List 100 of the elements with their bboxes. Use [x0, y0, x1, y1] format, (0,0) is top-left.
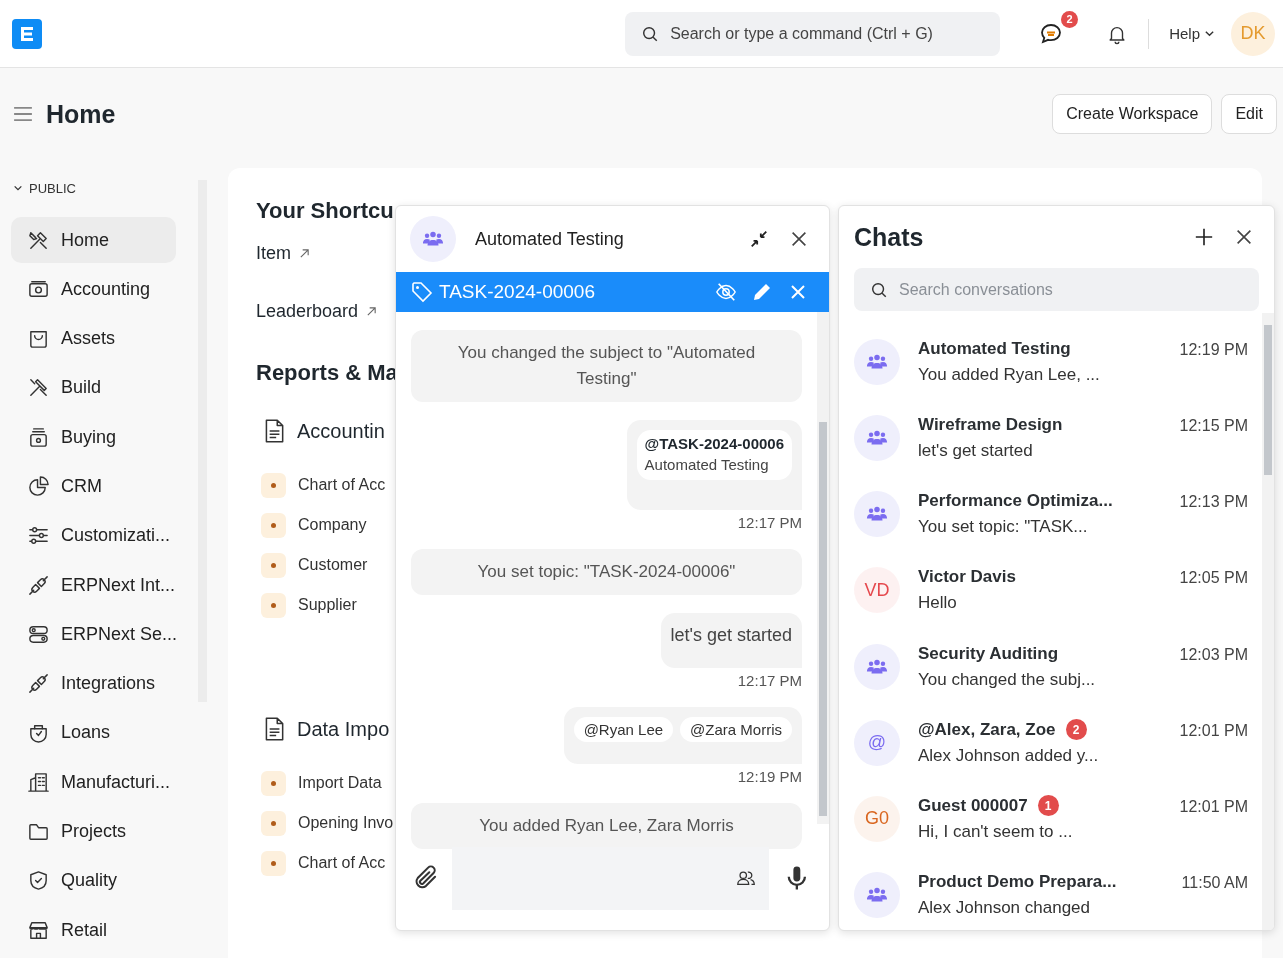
- message-preview: You changed the subj...: [918, 669, 1097, 690]
- section-title: Your Shortcu: [256, 198, 395, 224]
- conversation-item[interactable]: @ @Alex, Zara, Zoe 2 Alex Johnson added y... 12:01 PM: [854, 707, 1248, 778]
- card-title: Data Impo: [297, 717, 390, 741]
- message-preview: Hello: [918, 593, 958, 614]
- group-avatar: [854, 643, 900, 690]
- search-icon: [641, 24, 660, 43]
- report-link[interactable]: Customer: [298, 556, 368, 574]
- bullet-icon: [261, 472, 286, 498]
- card-title: Accountin: [297, 419, 385, 443]
- unread-badge: 1: [1037, 795, 1059, 817]
- message-time: 12:01 PM: [1179, 797, 1248, 816]
- bullet-icon: [261, 592, 286, 618]
- scrollbar[interactable]: [817, 312, 829, 824]
- conversation-item[interactable]: G0 Guest 000007 1 Hi, I can't seem to ... 12:01 PM: [854, 783, 1248, 854]
- sidebar-item[interactable]: Integrations: [11, 660, 176, 707]
- minimize-icon[interactable]: [749, 229, 769, 249]
- sidebar-item[interactable]: Build: [11, 364, 176, 411]
- help-menu[interactable]: Help: [1167, 21, 1217, 46]
- logo-icon[interactable]: [12, 18, 42, 49]
- panel-title: Chats: [854, 222, 924, 252]
- group-avatar: [854, 415, 900, 462]
- bullet-icon: [261, 850, 286, 876]
- page-button[interactable]: Edit: [1221, 94, 1277, 134]
- message-time: 12:19 PM: [1179, 341, 1248, 359]
- bullet-icon: [261, 770, 286, 796]
- sidebar-item[interactable]: Accounting: [11, 266, 176, 313]
- sidebar-item[interactable]: ERPNext Int...: [11, 562, 176, 609]
- mention-subtitle: Automated Testing: [644, 455, 770, 475]
- sidebar-item[interactable]: Retail: [11, 907, 176, 954]
- mention-chip[interactable]: @Zara Morris: [680, 717, 792, 742]
- conversation-name: Performance Optimiza...: [918, 491, 1113, 512]
- sidebar-item[interactable]: CRM: [11, 463, 176, 510]
- search-field[interactable]: Search conversations: [854, 268, 1259, 311]
- page-button[interactable]: Create Workspace: [1052, 94, 1213, 134]
- sidebar-item[interactable]: Loans: [11, 709, 176, 756]
- report-link[interactable]: Company: [298, 516, 367, 534]
- topic-text: TASK-2024-00006: [439, 281, 595, 303]
- report-link[interactable]: Chart of Acc: [298, 854, 386, 872]
- mention-card[interactable]: @TASK-2024-00006 Automated Testing: [636, 430, 792, 480]
- conversation-name: Product Demo Prepara...: [918, 871, 1117, 892]
- sidebar-item[interactable]: Projects: [11, 808, 176, 855]
- report-link[interactable]: Opening Invo: [298, 814, 394, 832]
- shortcut-link[interactable]: Leaderboard: [256, 296, 378, 326]
- sidebar-item[interactable]: Manufacturi...: [11, 759, 176, 806]
- caret-icon[interactable]: [13, 183, 23, 193]
- group-avatar: [854, 491, 900, 538]
- eye-slash-icon[interactable]: [715, 281, 737, 303]
- caret-icon: [1204, 28, 1215, 39]
- shortcut-link[interactable]: Item: [256, 238, 310, 268]
- conversation-item[interactable]: Product Demo Prepara... Alex Johnson changed 11:50 AM: [854, 859, 1248, 930]
- sidebar-item[interactable]: Customizati...: [11, 512, 176, 559]
- close-icon[interactable]: [789, 229, 809, 249]
- plug-icon: [27, 573, 50, 597]
- message-time: 12:17 PM: [737, 514, 802, 531]
- scrollbar[interactable]: [1262, 313, 1274, 930]
- conversation-name: @Alex, Zara, Zoe: [918, 719, 1056, 740]
- section-header[interactable]: PUBLIC: [11, 180, 176, 196]
- conversation-item[interactable]: Performance Optimiza... You set topic: "TASK... 12:13 PM: [854, 479, 1248, 550]
- bullet-icon: [261, 512, 286, 538]
- conversation-item[interactable]: VD Victor Davis Hello 12:05 PM: [854, 555, 1248, 626]
- pencil-icon[interactable]: [751, 281, 773, 303]
- search-icon: [870, 280, 888, 299]
- avatar: @: [854, 719, 900, 766]
- close-icon[interactable]: [1234, 227, 1254, 247]
- message-preview: Alex Johnson changed: [918, 897, 1092, 918]
- message-bubble: let's get started: [660, 613, 802, 668]
- conversation-item[interactable]: Automated Testing You added Ryan Lee, ... 12:19 PM: [854, 327, 1248, 398]
- message-preview: You added Ryan Lee, ...: [918, 365, 1101, 386]
- report-link[interactable]: Supplier: [298, 596, 357, 614]
- avatar: G0: [854, 795, 900, 842]
- sidebar-item[interactable]: Home: [11, 217, 176, 263]
- report-link[interactable]: Chart of Acc: [298, 476, 386, 494]
- conversation-name: Automated Testing: [918, 339, 1071, 360]
- sidebar-item[interactable]: Buying: [11, 414, 176, 461]
- plus-icon[interactable]: [1194, 227, 1214, 247]
- arrow-icon: [299, 247, 310, 259]
- tag-icon: [411, 281, 433, 303]
- message-time: 11:50 AM: [1181, 873, 1248, 892]
- mention-text: @TASK-2024-00006: [644, 434, 784, 454]
- menu-icon[interactable]: [13, 106, 33, 122]
- conversation-name: Wireframe Design: [918, 415, 1063, 436]
- basket-icon: [27, 425, 50, 449]
- conversation-item[interactable]: Security Auditing You changed the subj... 12:03 PM: [854, 631, 1248, 702]
- message-time: 12:17 PM: [737, 672, 802, 689]
- pie-chart-icon: [27, 475, 50, 498]
- report-link[interactable]: Import Data: [298, 774, 382, 792]
- sidebar-item[interactable]: Assets: [11, 315, 176, 362]
- sidebar-item[interactable]: Quality: [11, 857, 176, 904]
- bullet-icon: [261, 810, 286, 836]
- conversation-name: Guest 000007: [918, 795, 1028, 816]
- conversation-item[interactable]: Wireframe Design let's get started 12:15 PM: [854, 403, 1248, 474]
- message-preview: Alex Johnson added y...: [918, 746, 1100, 767]
- group-avatar: [854, 871, 900, 918]
- group-avatar: [854, 339, 900, 386]
- mention-chip[interactable]: @Ryan Lee: [573, 717, 674, 742]
- sidebar-item[interactable]: ERPNext Se...: [11, 611, 176, 658]
- search-field[interactable]: Search or type a command (Ctrl + G): [625, 11, 1001, 56]
- message-time: 12:19 PM: [737, 768, 802, 785]
- message-input[interactable]: [451, 846, 770, 910]
